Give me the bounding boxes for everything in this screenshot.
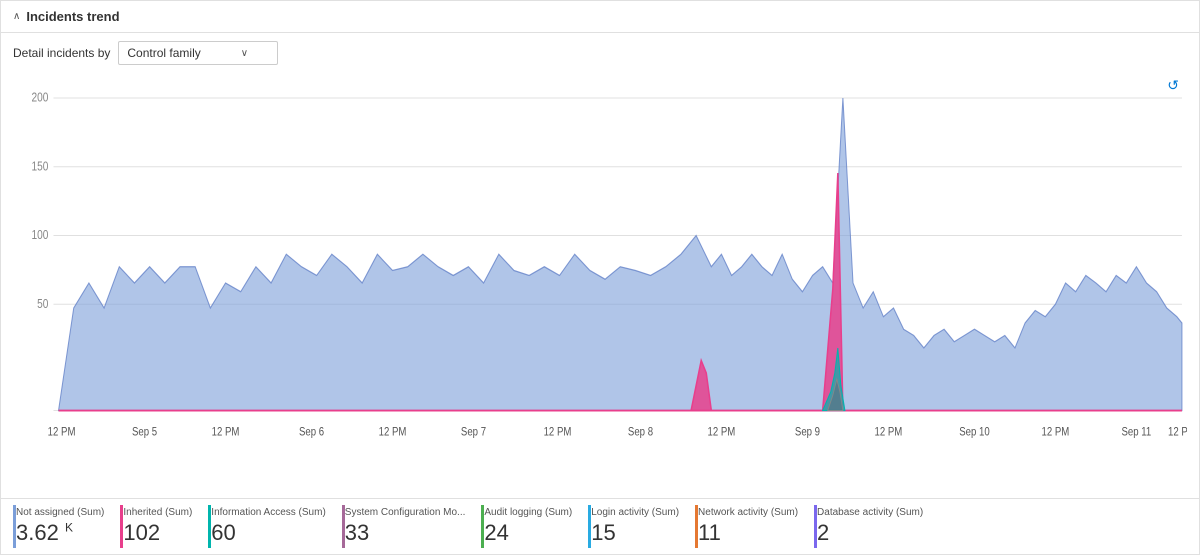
legend-value-sys-config: 33 [345,520,369,546]
legend-value-network-activity: 11 [698,520,721,546]
svg-text:200: 200 [32,92,49,105]
chart-area: ↺ 200 150 100 50 12 PM Sep 5 12 PM [1,73,1199,498]
chevron-down-icon: ∨ [241,48,248,59]
legend-item-sys-config: System Configuration Mo... 33 [342,505,482,548]
legend-label-audit-logging: Audit logging (Sum) [484,507,572,518]
svg-text:Sep 10: Sep 10 [959,426,989,439]
legend-label-sys-config: System Configuration Mo... [345,507,466,518]
svg-text:Sep 11: Sep 11 [1122,426,1152,439]
legend-label-not-assigned: Not assigned (Sum) [16,507,104,518]
legend-value-database-activity: 2 [817,520,829,546]
dashboard-widget: ∧ Incidents trend Detail incidents by Co… [0,0,1200,555]
legend-bar: Not assigned (Sum) 3.62 K Inherited (Sum… [1,498,1199,554]
control-family-dropdown[interactable]: Control family ∨ [118,41,278,65]
legend-item-inherited: Inherited (Sum) 102 [120,505,208,548]
svg-text:12 PM: 12 PM [48,426,76,439]
legend-value-login-activity: 15 [591,520,615,546]
toolbar-label: Detail incidents by [13,46,110,60]
legend-value-not-assigned: 3.62 K [16,520,73,546]
reset-icon[interactable]: ↺ [1167,77,1179,94]
svg-text:12 PM: 12 PM [875,426,903,439]
legend-label-inherited: Inherited (Sum) [123,507,192,518]
legend-item-database-activity: Database activity (Sum) 2 [814,505,939,548]
trend-chart: 200 150 100 50 12 PM Sep 5 12 PM Sep 6 1… [13,73,1187,498]
legend-item-not-assigned: Not assigned (Sum) 3.62 K [13,505,120,548]
svg-text:12 PM: 12 PM [544,426,572,439]
dropdown-selected-value: Control family [127,46,200,60]
svg-text:100: 100 [32,229,49,242]
widget-header: ∧ Incidents trend [1,1,1199,33]
legend-label-login-activity: Login activity (Sum) [591,507,679,518]
svg-text:Sep 5: Sep 5 [132,426,157,439]
not-assigned-area [59,98,1182,411]
svg-text:12 PM: 12 PM [212,426,240,439]
svg-text:12 PM: 12 PM [1042,426,1070,439]
legend-item-network-activity: Network activity (Sum) 11 [695,505,814,548]
legend-item-info-access: Information Access (Sum) 60 [208,505,341,548]
svg-text:12 PM: 12 PM [1168,426,1187,439]
svg-text:Sep 6: Sep 6 [299,426,324,439]
svg-text:50: 50 [37,298,48,311]
toolbar: Detail incidents by Control family ∨ [1,33,1199,73]
svg-text:Sep 9: Sep 9 [795,426,820,439]
legend-value-info-access: 60 [211,520,235,546]
legend-label-network-activity: Network activity (Sum) [698,507,798,518]
legend-item-login-activity: Login activity (Sum) 15 [588,505,695,548]
svg-text:Sep 7: Sep 7 [461,426,486,439]
svg-text:12 PM: 12 PM [708,426,736,439]
widget-title: Incidents trend [26,9,119,24]
legend-value-audit-logging: 24 [484,520,508,546]
svg-text:12 PM: 12 PM [379,426,407,439]
legend-item-audit-logging: Audit logging (Sum) 24 [481,505,588,548]
collapse-icon[interactable]: ∧ [13,11,20,22]
svg-text:150: 150 [32,161,49,174]
legend-label-info-access: Information Access (Sum) [211,507,325,518]
svg-text:Sep 8: Sep 8 [628,426,653,439]
legend-value-inherited: 102 [123,520,160,546]
legend-label-database-activity: Database activity (Sum) [817,507,923,518]
